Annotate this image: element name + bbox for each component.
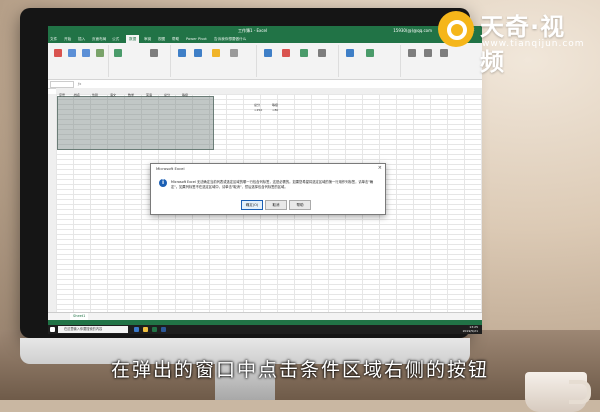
fx-icon[interactable]: ƒx xyxy=(78,80,81,88)
tab-view[interactable]: 视图 xyxy=(158,35,165,43)
name-box[interactable] xyxy=(50,81,74,88)
header-cell[interactable]: 总分 xyxy=(164,93,170,97)
windows-start-icon[interactable] xyxy=(50,327,55,332)
advanced-filter-dialog: Microsoft Excel × i Microsoft Excel 无法确定… xyxy=(150,163,386,215)
group-icon[interactable] xyxy=(408,49,416,57)
tab-page-layout[interactable]: 页面布局 xyxy=(92,35,106,43)
excel-title-bar: 工作簿1 - Excel 15930(@)@qq.com — ❐ ✕ xyxy=(48,26,482,35)
flash-fill-icon[interactable] xyxy=(282,49,290,57)
ribbon-group-sort-filter xyxy=(172,45,257,77)
criteria-header-cell[interactable]: 等级 xyxy=(272,103,278,107)
ribbon xyxy=(48,43,482,80)
tab-formulas[interactable]: 公式 xyxy=(112,35,119,43)
tell-me-search[interactable]: 告诉我你想要做什么 xyxy=(214,35,246,43)
cancel-button[interactable]: 取消 xyxy=(265,200,287,210)
ok-button[interactable]: 确定(O) xyxy=(241,200,263,210)
taskbar-clock[interactable]: 13:25 2019/5/21 xyxy=(462,325,478,333)
text-to-columns-icon[interactable] xyxy=(264,49,272,57)
criteria-header-cell[interactable]: 总分 xyxy=(254,103,260,107)
excel-taskbar-icon[interactable] xyxy=(152,327,157,332)
edge-icon[interactable] xyxy=(134,327,139,332)
taskbar: 在这里输入你要搜索的内容 13:25 2019/5/21 xyxy=(48,325,482,334)
user-account[interactable]: 15930(@)@qq.com xyxy=(393,26,432,35)
help-button[interactable]: 帮助 xyxy=(289,200,311,210)
what-if-icon[interactable] xyxy=(346,49,354,57)
ribbon-group-forecast xyxy=(340,45,401,77)
selected-range[interactable] xyxy=(57,96,214,150)
tab-help[interactable]: 帮助 xyxy=(172,35,179,43)
info-icon: i xyxy=(159,179,167,187)
header-cell[interactable]: 英语 xyxy=(146,93,152,97)
ribbon-tabs: 文件 开始 插入 页面布局 公式 数据 审阅 视图 帮助 Power Pivot… xyxy=(48,35,482,43)
tab-power-pivot[interactable]: Power Pivot xyxy=(186,35,207,43)
tab-insert[interactable]: 插入 xyxy=(78,35,85,43)
tab-home[interactable]: 开始 xyxy=(64,35,71,43)
from-table-icon[interactable] xyxy=(96,49,104,57)
dialog-message: Microsoft Excel 无法确定当前列表或选定区域的哪一行包含列标签，这… xyxy=(171,180,374,189)
close-icon[interactable]: × xyxy=(378,165,382,171)
watermark-url: www.tianqijun.com xyxy=(482,39,585,49)
screen: 工作簿1 - Excel 15930(@)@qq.com — ❐ ✕ 文件 开始… xyxy=(48,26,482,334)
ungroup-icon[interactable] xyxy=(424,49,432,57)
word-taskbar-icon[interactable] xyxy=(161,327,166,332)
criteria-value-cell[interactable]: >250 xyxy=(254,108,262,112)
header-cell[interactable]: 语文 xyxy=(110,93,116,97)
tab-review[interactable]: 审阅 xyxy=(144,35,151,43)
header-cell[interactable]: 数学 xyxy=(128,93,134,97)
refresh-all-icon[interactable] xyxy=(114,49,122,57)
brand-logo-icon xyxy=(438,11,474,47)
clock-date: 2019/5/21 xyxy=(462,328,478,333)
ribbon-group-data-tools xyxy=(258,45,339,77)
video-subtitle: 在弹出的窗口中点击条件区域右侧的按钮 xyxy=(110,359,489,381)
header-cell[interactable]: 等级 xyxy=(182,93,188,97)
criteria-value-cell[interactable]: >80 xyxy=(272,108,278,112)
data-validation-icon[interactable] xyxy=(300,49,308,57)
file-explorer-icon[interactable] xyxy=(143,327,148,332)
window-title: 工作簿1 - Excel xyxy=(238,28,268,33)
coffee-cup-handle xyxy=(569,380,591,404)
watermark: 天奇·视频 www.tianqijun.com xyxy=(438,7,588,76)
forecast-sheet-icon[interactable] xyxy=(366,49,374,57)
monitor: 工作簿1 - Excel 15930(@)@qq.com — ❐ ✕ 文件 开始… xyxy=(20,8,482,338)
from-web-icon[interactable] xyxy=(82,49,90,57)
sort-icon[interactable] xyxy=(194,49,202,57)
dialog-title: Microsoft Excel xyxy=(156,166,185,171)
ribbon-group-queries xyxy=(110,45,171,77)
sort-ascending-icon[interactable] xyxy=(178,49,186,57)
filter-icon[interactable] xyxy=(212,49,220,57)
header-cell[interactable]: 姓名 xyxy=(74,93,80,97)
tab-data[interactable]: 数据 xyxy=(126,35,140,43)
header-cell[interactable]: 序号 xyxy=(59,93,65,97)
ribbon-group-get-data xyxy=(48,45,109,77)
taskbar-search[interactable]: 在这里输入你要搜索的内容 xyxy=(58,326,128,333)
tab-file[interactable]: 文件 xyxy=(50,35,57,43)
header-cell[interactable]: 性别 xyxy=(92,93,98,97)
from-text-icon[interactable] xyxy=(68,49,76,57)
consolidate-icon[interactable] xyxy=(318,49,326,57)
queries-icon[interactable] xyxy=(150,49,158,57)
get-data-icon[interactable] xyxy=(54,49,62,57)
advanced-filter-icon[interactable] xyxy=(230,49,238,57)
